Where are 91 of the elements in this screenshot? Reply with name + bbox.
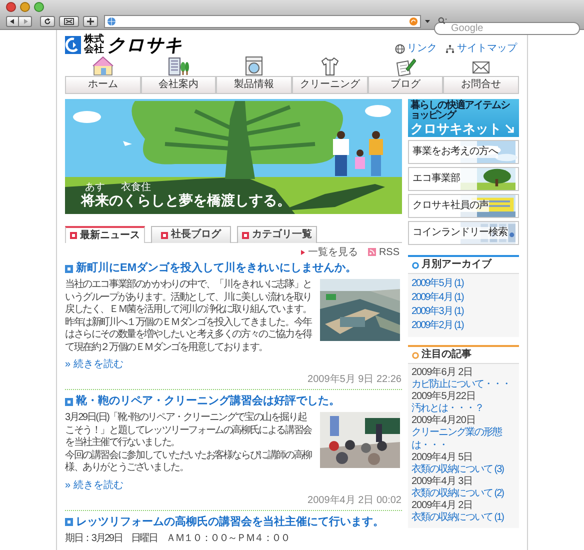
article-text: 期日：3月29日 日曜日 ＡＭ１０：００～ＰＭ４：００	[65, 532, 290, 545]
article-text: 当社のエコ事業部のかかわりの中で、「川をきれいに志隊」というグループがあります。活動として、川に美しい流れを取り戻したく、ＥＭ菌を活用して河川の浄化に取り組んでいます。昨年は新町川へ１万個のＥＭダンゴを投入してきました。今年はさらにその数量を増やしたいと考え多くの方々のご協力を得て現在約２万個のＥＭダンゴを用意しております。	[65, 279, 312, 354]
article-date: 2009年4月 2日	[412, 500, 473, 511]
archive-link[interactable]: 2009年5月 (1)	[412, 277, 464, 291]
header-link[interactable]: サイトマップ	[457, 43, 517, 55]
plus-icon	[87, 18, 94, 24]
add-bookmark-button[interactable]	[83, 16, 98, 26]
square-bullet-icon	[65, 518, 73, 526]
sidebar-menu-button[interactable]: コインランドリー検索	[408, 221, 519, 245]
article-title[interactable]: 新町川にEMダンゴを投入して川をきれいにしませんか。	[76, 262, 356, 275]
square-bullet-icon	[161, 232, 168, 238]
building-icon[interactable]	[167, 56, 190, 76]
read-more-link[interactable]: » 続きを読む	[65, 359, 124, 371]
tab[interactable]: カテゴリ一覧	[237, 226, 317, 243]
ring-icon	[412, 352, 418, 358]
article-date: 2009年4月20日	[412, 415, 476, 426]
washing-machine-icon[interactable]	[243, 56, 266, 76]
notepad-pen-icon[interactable]	[394, 56, 416, 76]
nav-tab[interactable]: ブログ	[368, 76, 444, 94]
article-title[interactable]: 靴・鞄のリペア・クリーニング講習会は好評でした。	[76, 395, 340, 408]
sitemap-icon	[445, 44, 455, 54]
article-title[interactable]: レッツリフォームの高柳氏の講習会を当社主催にて行います。	[76, 516, 384, 528]
forward-button[interactable]	[19, 16, 32, 26]
article-date: 2009年4月 3日	[412, 476, 473, 487]
nav-tab[interactable]: 会社案内	[140, 76, 216, 94]
post-date: 2009年4月 2日 00:02	[306, 494, 402, 506]
search-field[interactable]: Google	[434, 22, 580, 34]
company-type: 株式会社	[84, 35, 104, 55]
rss-icon	[368, 248, 376, 256]
article-date: 2009年6月 2日	[412, 367, 473, 378]
article-text: 今回の講習会に参加していただいたお客様ならびに講師の高柳様、ありがとうございました。	[65, 450, 312, 474]
list-link[interactable]: RSS	[378, 246, 400, 258]
article-text: 3月29日(日)「靴･鞄のリペア・クリーニングで宝の山を掘り起こそう！」と題してレッツリーフォームの高柳氏による講習会を当社主催で行ないました。	[65, 412, 312, 450]
article-link[interactable]: カビ防止について・・・	[412, 378, 512, 391]
globe-icon	[107, 16, 116, 26]
hero-tagline: 将来のくらしと夢を橋渡しする。	[81, 192, 291, 208]
article-date: 2009年5月22日	[412, 391, 476, 402]
read-more-link[interactable]: » 続きを読む	[65, 480, 124, 492]
furigana-text: 衣食住	[121, 183, 151, 193]
logo-icon[interactable]	[65, 36, 81, 54]
article-link[interactable]: 衣類の収納について (1)	[412, 511, 512, 524]
tab[interactable]: 最新ニュース	[65, 226, 145, 243]
furigana-text: あす	[85, 183, 105, 193]
header-link[interactable]: リンク	[407, 43, 437, 55]
panel-title: 月別アーカイブ	[422, 259, 492, 271]
tab[interactable]: 社長ブログ	[151, 226, 231, 243]
address-field[interactable]	[104, 14, 421, 28]
triangle-icon	[300, 250, 305, 254]
banner-tagline: 暮らしの快適アイテムショッピング	[410, 101, 511, 121]
article-link[interactable]: クリーニング業の形態は・・・	[412, 426, 512, 452]
shop-banner[interactable]: 暮らしの快適アイテムショッピング クロサキネット	[408, 99, 519, 137]
minimize-window-button[interactable]	[20, 2, 30, 12]
reload-button[interactable]	[40, 16, 55, 26]
banner-title: クロサキネット	[410, 122, 502, 136]
globe-icon	[395, 44, 405, 54]
zoom-window-button[interactable]	[34, 2, 44, 12]
square-bullet-icon	[65, 264, 73, 272]
archive-link[interactable]: 2009年3月 (1)	[412, 305, 464, 319]
logo-text[interactable]: クロサキ	[107, 35, 183, 55]
panel-title: 注目の記事	[422, 349, 472, 361]
square-bullet-icon	[70, 232, 77, 239]
arrow-icon	[505, 124, 515, 134]
archive-link[interactable]: 2009年4月 (1)	[412, 291, 464, 305]
house-icon[interactable]	[92, 56, 114, 76]
sidebar-menu-button[interactable]: クロサキ社員の声	[408, 194, 519, 218]
square-bullet-icon	[65, 398, 73, 406]
article-link[interactable]: 衣類の収納について (3)	[412, 463, 512, 476]
back-arrow-icon	[10, 18, 15, 24]
forward-arrow-icon	[22, 18, 28, 24]
shirt-icon[interactable]	[318, 56, 341, 76]
dropdown-arrow-icon[interactable]	[425, 18, 430, 24]
close-window-button[interactable]	[6, 2, 16, 12]
sidebar-menu-button[interactable]: 事業をお考えの方へ	[408, 140, 519, 164]
sidebar-menu-button[interactable]: エコ事業部	[408, 167, 519, 191]
list-link[interactable]: 一覧を見る	[308, 246, 358, 258]
article-link[interactable]: 衣類の収納について (2)	[412, 487, 512, 500]
reload-icon	[44, 18, 51, 24]
search-icon	[438, 17, 447, 25]
ring-icon	[412, 262, 418, 268]
nav-tab[interactable]: ホーム	[65, 76, 141, 94]
article-date: 2009年4月 5日	[412, 452, 473, 463]
nav-tab[interactable]: 製品情報	[216, 76, 292, 94]
nav-tab[interactable]: クリーニング	[292, 76, 368, 94]
screen-icon	[64, 18, 74, 24]
square-bullet-icon	[242, 232, 249, 238]
post-date: 2009年5月 9日 22:26	[306, 374, 402, 386]
archive-link[interactable]: 2009年2月 (1)	[412, 319, 464, 333]
nav-tab[interactable]: お問合せ	[443, 76, 519, 94]
article-link[interactable]: 汚れとは・・・？	[412, 402, 512, 415]
back-button[interactable]	[6, 16, 19, 26]
snapshot-button[interactable]	[59, 16, 79, 26]
